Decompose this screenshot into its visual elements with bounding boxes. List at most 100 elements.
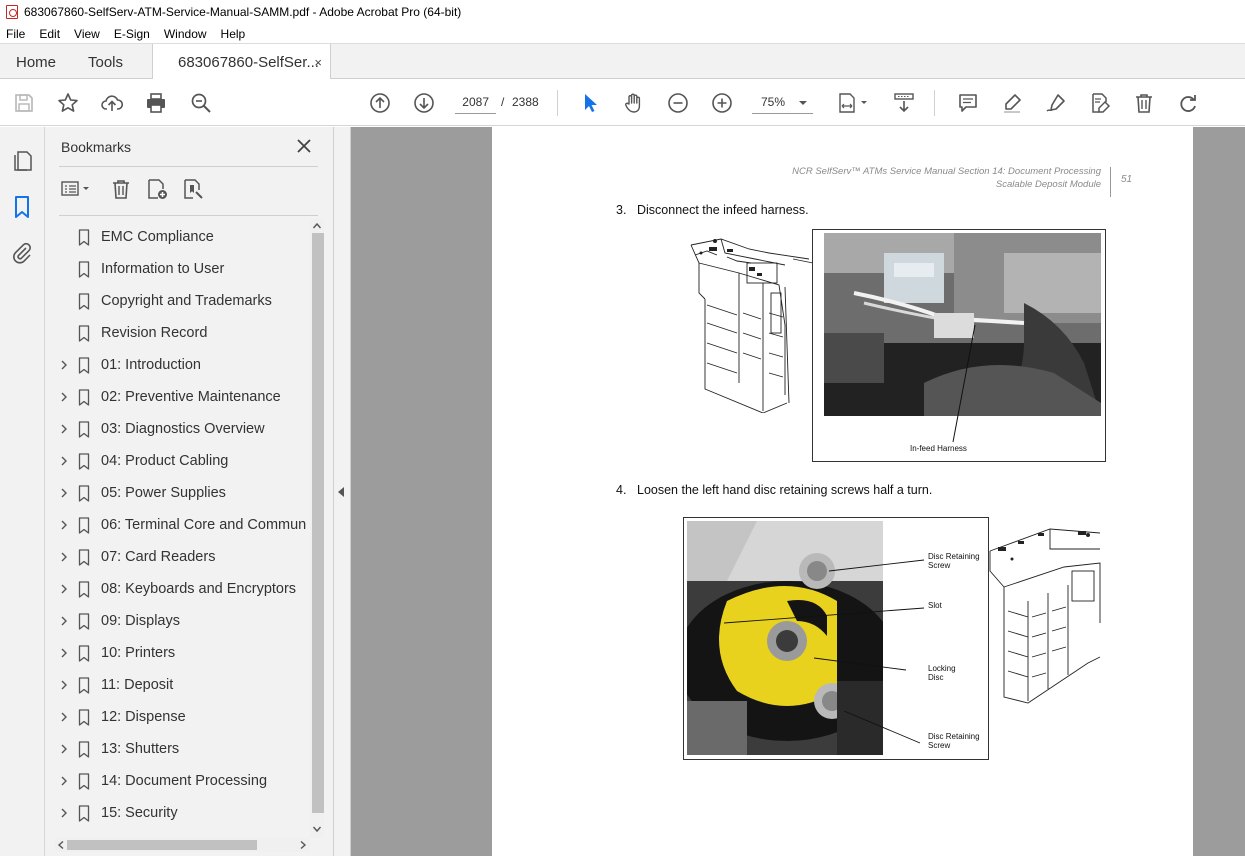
bookmarks-panel-title: Bookmarks: [61, 139, 132, 155]
document-viewport[interactable]: NCR SelfServ™ ATMs Service Manual Sectio…: [351, 127, 1245, 856]
tab-document-label: 683067860-SelfSer...: [178, 54, 319, 71]
bookmark-item[interactable]: 12: Dispense: [59, 701, 310, 733]
bookmark-item[interactable]: EMC Compliance: [59, 221, 310, 253]
scroll-mode-icon[interactable]: [892, 91, 916, 115]
bookmark-icon: [78, 677, 90, 694]
collapse-panel-icon[interactable]: [338, 487, 344, 497]
bookmarks-horizontal-scrollbar[interactable]: [55, 838, 310, 852]
bookmark-item[interactable]: 16: Miscellaneous Devices and I: [59, 829, 310, 836]
bookmark-item[interactable]: 07: Card Readers: [59, 541, 310, 573]
chevron-right-icon[interactable]: [59, 776, 69, 786]
bookmark-icon: [78, 517, 90, 534]
select-cursor-icon[interactable]: [578, 91, 602, 115]
hand-tool-icon[interactable]: [622, 91, 646, 115]
tab-home[interactable]: Home: [16, 44, 56, 80]
scroll-left-icon[interactable]: [56, 840, 66, 850]
edit-document-icon[interactable]: [1088, 91, 1112, 115]
menu-help[interactable]: Help: [221, 27, 246, 41]
bookmark-options-icon[interactable]: [59, 177, 95, 201]
zoom-search-icon[interactable]: [189, 91, 213, 115]
bookmark-item[interactable]: 06: Terminal Core and Commun: [59, 509, 310, 541]
chevron-right-icon[interactable]: [59, 680, 69, 690]
chevron-right-icon[interactable]: [59, 360, 69, 370]
bookmark-item[interactable]: 08: Keyboards and Encryptors: [59, 573, 310, 605]
chevron-right-icon[interactable]: [59, 744, 69, 754]
menu-view[interactable]: View: [74, 27, 100, 41]
bookmark-item[interactable]: 04: Product Cabling: [59, 445, 310, 477]
panel-collapse-gutter[interactable]: [334, 127, 351, 856]
redo-icon[interactable]: [1176, 91, 1200, 115]
bookmark-icon: [78, 613, 90, 630]
scroll-down-icon[interactable]: [312, 824, 322, 834]
bookmark-label: 13: Shutters: [101, 741, 180, 757]
chevron-right-icon[interactable]: [59, 648, 69, 658]
sign-pen-icon[interactable]: [1044, 91, 1068, 115]
page-fit-icon[interactable]: [836, 91, 872, 115]
chevron-right-icon[interactable]: [59, 520, 69, 530]
bookmark-icon: [78, 645, 90, 662]
comment-icon[interactable]: [956, 91, 980, 115]
bookmark-item[interactable]: 14: Document Processing: [59, 765, 310, 797]
chevron-right-icon[interactable]: [59, 808, 69, 818]
star-icon[interactable]: [56, 91, 80, 115]
page-thumbnails-icon[interactable]: [10, 149, 34, 173]
new-bookmark-icon[interactable]: [145, 177, 169, 201]
scroll-right-icon[interactable]: [298, 840, 308, 850]
delete-trash-icon[interactable]: [1132, 91, 1156, 115]
menu-file[interactable]: File: [6, 27, 25, 41]
bookmark-item[interactable]: 05: Power Supplies: [59, 477, 310, 509]
bookmark-item[interactable]: 15: Security: [59, 797, 310, 829]
tab-tools[interactable]: Tools: [88, 44, 123, 80]
menu-window[interactable]: Window: [164, 27, 207, 41]
bookmark-item[interactable]: 11: Deposit: [59, 669, 310, 701]
bookmarks-vertical-scrollbar[interactable]: [310, 219, 324, 838]
save-icon[interactable]: [12, 91, 36, 115]
chevron-right-icon[interactable]: [59, 616, 69, 626]
bookmark-item[interactable]: 03: Diagnostics Overview: [59, 413, 310, 445]
next-page-icon[interactable]: [412, 91, 436, 115]
bookmark-item[interactable]: 02: Preventive Maintenance: [59, 381, 310, 413]
page-header: NCR SelfServ™ ATMs Service Manual Sectio…: [792, 165, 1101, 191]
find-bookmark-icon[interactable]: [181, 177, 205, 201]
previous-page-icon[interactable]: [368, 91, 392, 115]
menu-edit[interactable]: Edit: [39, 27, 60, 41]
zoom-level-select[interactable]: 75%: [752, 91, 813, 114]
bookmark-item[interactable]: 01: Introduction: [59, 349, 310, 381]
print-icon[interactable]: [144, 91, 168, 115]
bookmarks-icon[interactable]: [10, 195, 34, 219]
chevron-right-icon[interactable]: [59, 712, 69, 722]
delete-bookmark-icon[interactable]: [109, 177, 133, 201]
bookmark-item[interactable]: 09: Displays: [59, 605, 310, 637]
chevron-right-icon[interactable]: [59, 424, 69, 434]
navigation-rail: [0, 127, 45, 856]
highlight-pen-icon[interactable]: [1000, 91, 1024, 115]
bookmark-item[interactable]: 10: Printers: [59, 637, 310, 669]
attachments-paperclip-icon[interactable]: [10, 241, 34, 265]
scrollbar-thumb[interactable]: [67, 840, 257, 850]
close-icon[interactable]: [295, 137, 313, 155]
bookmark-item[interactable]: 13: Shutters: [59, 733, 310, 765]
bookmark-item[interactable]: Copyright and Trademarks: [59, 285, 310, 317]
bookmark-label: 03: Diagnostics Overview: [101, 421, 265, 437]
tab-document[interactable]: 683067860-SelfSer... ×: [152, 44, 331, 81]
chevron-right-icon[interactable]: [59, 456, 69, 466]
bookmark-item[interactable]: Revision Record: [59, 317, 310, 349]
bookmark-label: 12: Dispense: [101, 709, 186, 725]
scrollbar-thumb[interactable]: [312, 233, 324, 813]
upload-cloud-icon[interactable]: [100, 91, 124, 115]
menu-esign[interactable]: E-Sign: [114, 27, 150, 41]
zoom-in-icon[interactable]: [710, 91, 734, 115]
bookmark-icon: [78, 709, 90, 726]
zoom-out-icon[interactable]: [666, 91, 690, 115]
chevron-right-icon[interactable]: [59, 584, 69, 594]
chevron-right-icon[interactable]: [59, 392, 69, 402]
chevron-right-icon[interactable]: [59, 488, 69, 498]
bookmark-item[interactable]: Information to User: [59, 253, 310, 285]
tab-close-icon[interactable]: ×: [314, 55, 322, 70]
scroll-up-icon[interactable]: [312, 221, 322, 231]
page-number-input[interactable]: 2087: [455, 91, 496, 114]
chevron-right-icon[interactable]: [59, 552, 69, 562]
bookmark-label: 14: Document Processing: [101, 773, 268, 789]
label-line: Disc Retaining: [928, 732, 980, 741]
bookmarks-panel: Bookmarks EMC Compliance Information to U…: [45, 127, 334, 856]
